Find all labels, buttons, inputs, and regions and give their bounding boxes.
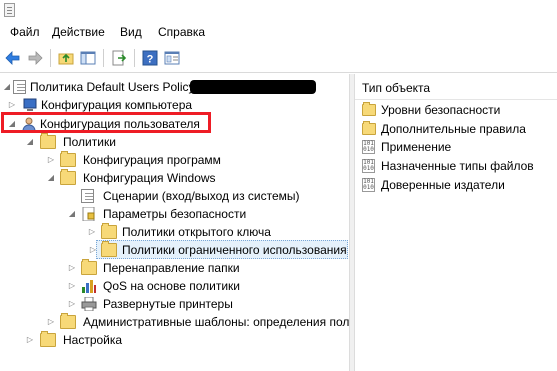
toolbar: ? [0,43,557,73]
highlight-box [1,112,211,133]
folder-up-icon[interactable] [58,50,74,66]
tree-item-label: Конфигурация программ [83,153,221,167]
folder-icon [362,102,376,116]
folder-icon [60,169,76,185]
tree-item-folder-redirection[interactable]: ▷ Перенаправление папки [0,259,349,277]
collapse-icon[interactable]: ◢ [3,78,11,96]
details-pane: Тип объекта Уровни безопасности Дополнит… [355,74,557,371]
list-item-label: Доверенные издатели [381,178,505,192]
expand-icon[interactable]: ▷ [47,151,55,169]
list-item-label: Дополнительные правила [381,122,526,136]
expand-icon[interactable]: ▷ [89,241,97,259]
binary-file-icon: 101 010 [362,178,375,192]
tree-item-root[interactable]: ◢ Политика Default Users Policy [ [0,78,349,96]
folder-icon [40,133,56,149]
collapse-icon[interactable]: ◢ [47,169,55,187]
list-item-label: Уровни безопасности [381,103,501,117]
help-icon[interactable]: ? [142,50,158,66]
list-item-label: Применение [381,140,452,154]
folder-icon [362,121,376,135]
tree-item-label: Конфигурация Windows [83,171,216,185]
folder-icon [60,313,76,329]
toolbar-separator [103,49,104,67]
computer-icon [23,98,37,111]
tree-item-scripts[interactable]: Сценарии (вход/выход из системы) [0,187,349,205]
security-settings-icon [82,207,95,221]
menu-view[interactable]: Вид [120,25,142,39]
tree-item-software-restriction-selected[interactable]: ▷ Политики ограниченного использования [90,240,348,259]
export-list-icon[interactable] [111,50,127,66]
toolbar-separator [50,49,51,67]
tree-item-label: Политики открытого ключа [122,225,271,239]
expand-icon[interactable]: ▷ [88,223,96,241]
expand-icon[interactable]: ▷ [68,295,76,313]
tree-item-admin-templates[interactable]: ▷ Административные шаблоны: определения … [0,313,349,331]
tree-item-label: Политика Default Users Policy [ [30,80,202,94]
printer-icon [81,297,97,311]
console-tree-icon[interactable] [80,50,96,66]
properties-icon[interactable] [164,50,180,66]
tree-item-label: QoS на основе политики [103,279,240,293]
title-bar [0,0,557,22]
tree-item-label: Настройка [63,333,123,347]
toolbar-separator [134,49,135,67]
column-header-label: Тип объекта [362,81,431,95]
tree-item-label: Параметры безопасности [103,207,247,221]
svg-text:?: ? [147,54,154,66]
tree-item-label: Сценарии (вход/выход из системы) [103,189,300,203]
arrow-left-icon[interactable] [5,50,21,66]
expand-icon[interactable]: ▷ [47,313,55,331]
folder-icon [60,151,76,167]
expand-icon[interactable]: ▷ [26,331,34,349]
tree-item-software-settings[interactable]: ▷ Конфигурация программ [0,151,349,169]
tree-item-security-settings[interactable]: ◢ Параметры безопасности [0,205,349,223]
menu-file[interactable]: Файл [10,25,40,39]
bar-chart-icon [82,280,96,293]
tree-item-public-key-policies[interactable]: ▷ Политики открытого ключа [0,223,349,241]
redacted-block [190,80,316,94]
folder-icon [101,241,117,257]
script-document-icon [81,189,94,203]
collapse-icon[interactable]: ◢ [68,205,76,223]
binary-file-icon: 101 010 [362,159,375,173]
menu-help[interactable]: Справка [158,25,205,39]
folder-icon [40,331,56,347]
tree-item-qos[interactable]: ▷ QoS на основе политики [0,277,349,295]
tree-item-label: Административные шаблоны: определения по… [83,315,349,329]
document-icon [4,3,15,17]
tree-item-label: Политики ограниченного использования [122,243,347,257]
tree-item-windows-settings[interactable]: ◢ Конфигурация Windows [0,169,349,187]
binary-file-icon: 101 010 [362,140,375,154]
list-item-label: Назначенные типы файлов [381,159,534,173]
policy-document-icon [13,80,26,94]
menu-bar: Файл Действие Вид Справка [0,22,557,42]
tree-item-label: Перенаправление папки [103,261,240,275]
tree-item-label: Политики [63,135,116,149]
expand-icon[interactable]: ▷ [68,277,76,295]
arrow-right-icon[interactable] [27,50,43,66]
tree-item-policies[interactable]: ◢ Политики [0,133,349,151]
collapse-icon[interactable]: ◢ [26,133,34,151]
expand-icon[interactable]: ▷ [68,259,76,277]
tree-item-label: Развернутые принтеры [103,297,233,311]
menu-action[interactable]: Действие [52,25,105,39]
tree-item-preferences[interactable]: ▷ Настройка [0,331,349,349]
folder-icon [101,223,117,239]
column-header-object-type[interactable]: Тип объекта [355,74,557,100]
folder-icon [81,259,97,275]
tree-item-deployed-printers[interactable]: ▷ Развернутые принтеры [0,295,349,313]
